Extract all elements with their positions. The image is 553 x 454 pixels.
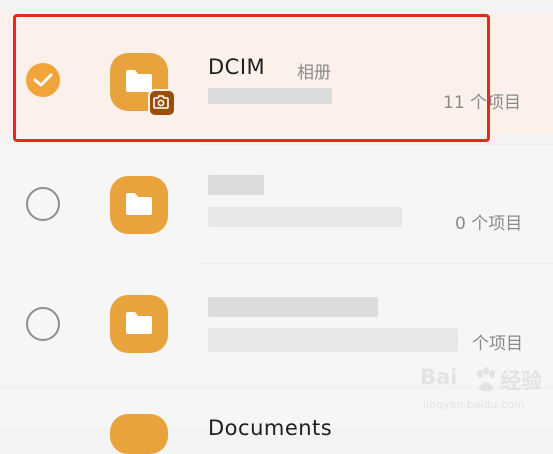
folder-name: Documents <box>208 416 333 440</box>
redacted-folder-name <box>208 297 378 317</box>
watermark-url: jingyan.baidu.com <box>423 398 525 411</box>
item-count: 0 个项目 <box>455 214 523 234</box>
folder-icon-box <box>110 295 168 353</box>
folder-icon <box>126 193 152 215</box>
watermark-brand-cn: 经验 <box>500 369 542 393</box>
checkbox-unchecked[interactable] <box>26 187 60 221</box>
list-item-folder-2[interactable]: 0 个项目 <box>0 145 553 265</box>
watermark-brand: Bai <box>420 365 458 389</box>
folder-icon <box>126 312 152 334</box>
folder-icon-box <box>110 176 168 234</box>
highlight-frame <box>13 14 490 142</box>
checkbox-unchecked[interactable] <box>26 307 60 341</box>
baidu-paw-icon <box>477 367 495 392</box>
item-count: 个项目 <box>472 334 523 354</box>
folder-icon-box <box>110 414 168 454</box>
redacted-info <box>208 328 458 352</box>
redacted-info <box>208 207 402 227</box>
divider <box>200 263 553 264</box>
redacted-folder-name <box>208 175 264 195</box>
baidu-watermark: Bai 经验 jingyan.baidu.com <box>420 365 546 417</box>
